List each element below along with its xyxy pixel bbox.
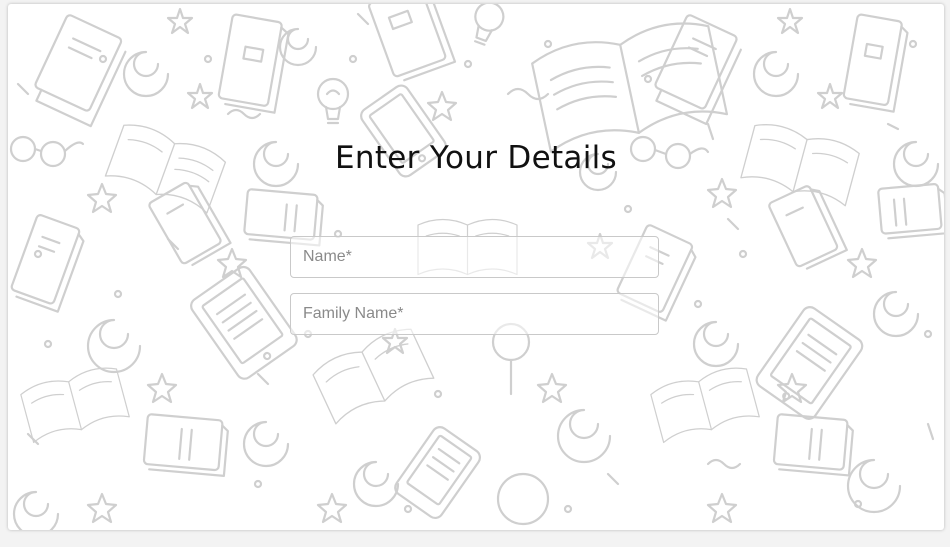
swirl-icon bbox=[12, 27, 940, 530]
magnifier-icon bbox=[496, 472, 550, 526]
open-book-icon bbox=[531, 22, 729, 153]
open-book-icon bbox=[312, 328, 435, 425]
open-book-icon bbox=[650, 367, 760, 444]
closed-book-icon bbox=[148, 181, 232, 267]
tablet-icon bbox=[190, 265, 298, 380]
light-bulb-icon bbox=[316, 77, 350, 125]
closed-book-icon bbox=[877, 183, 944, 240]
closed-book-icon bbox=[142, 413, 229, 477]
page-title: Enter Your Details bbox=[335, 140, 617, 176]
closed-book-icon bbox=[842, 13, 909, 113]
tablet-icon bbox=[755, 306, 864, 420]
closed-book-icon bbox=[768, 185, 848, 270]
open-book-icon bbox=[20, 367, 130, 444]
name-input[interactable] bbox=[290, 236, 659, 278]
family-name-input[interactable] bbox=[290, 293, 659, 335]
closed-book-icon bbox=[368, 4, 457, 82]
light-bulb-icon bbox=[473, 4, 505, 46]
closed-book-icon bbox=[217, 13, 290, 114]
closed-book-icon bbox=[772, 413, 854, 477]
closed-book-icon bbox=[10, 214, 85, 313]
closed-book-icon bbox=[34, 14, 127, 128]
closed-book-icon bbox=[654, 14, 742, 126]
details-form-screen: Enter Your Details bbox=[8, 4, 944, 530]
